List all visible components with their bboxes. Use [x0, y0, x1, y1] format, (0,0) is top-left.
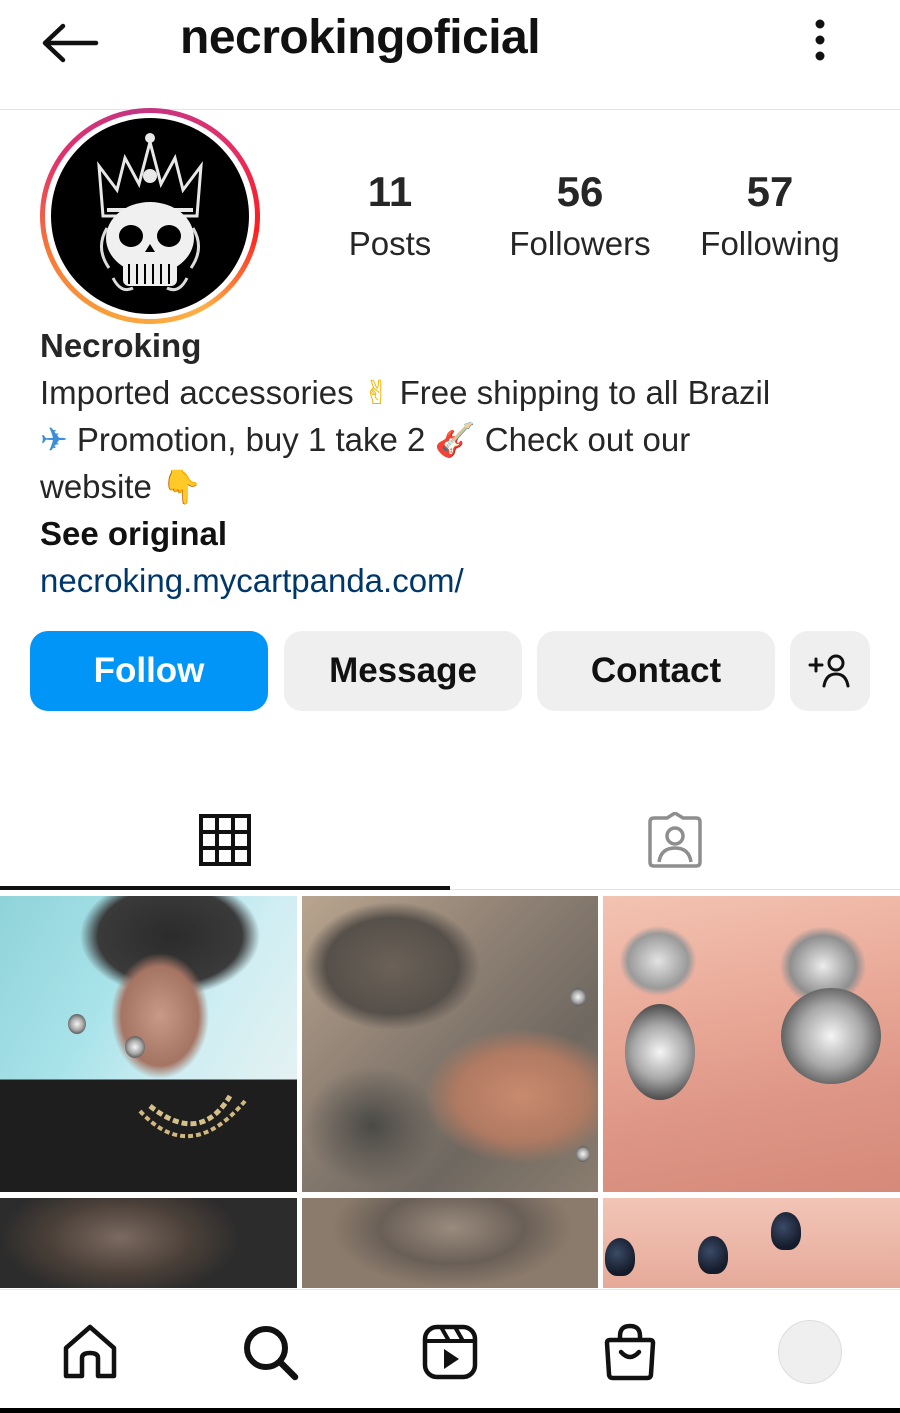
profile-username: necrokingoficial	[180, 11, 541, 64]
bio-text: Free shipping to all Brazil	[390, 374, 771, 411]
top-bar: necrokingoficial	[0, 0, 900, 110]
post-thumbnail-5[interactable]	[302, 1198, 598, 1288]
bottom-edge-bar	[0, 1408, 900, 1413]
search-icon	[244, 1326, 299, 1381]
profile-bio: Necroking Imported accessories ✌ Free sh…	[40, 322, 870, 604]
more-options-button[interactable]	[800, 14, 840, 66]
arrow-left-icon	[42, 23, 99, 63]
tagged-person-icon	[648, 812, 702, 868]
airplane-emoji: ✈	[40, 420, 68, 459]
post-thumbnail-2[interactable]	[302, 896, 598, 1192]
tab-divider	[450, 889, 900, 890]
post-thumbnail-3[interactable]	[603, 896, 900, 1192]
following-count: 57	[746, 168, 794, 215]
back-button[interactable]	[34, 18, 106, 68]
post-thumbnail-6[interactable]	[603, 1198, 900, 1288]
guitar-emoji: 🎸	[434, 420, 476, 459]
following-label: Following	[700, 225, 840, 262]
active-tab-indicator	[0, 886, 450, 890]
nav-profile[interactable]	[774, 1316, 846, 1388]
display-name: Necroking	[40, 327, 202, 364]
nav-shop[interactable]	[594, 1316, 666, 1388]
add-person-icon	[808, 654, 850, 688]
follow-button[interactable]: Follow	[30, 631, 268, 711]
nail-decoration	[771, 1212, 801, 1250]
vertical-dots-icon	[815, 19, 825, 61]
bio-line-1: Imported accessories ✌ Free shipping to …	[40, 369, 870, 416]
home-icon	[63, 1324, 117, 1379]
nail-decoration	[698, 1236, 728, 1274]
nav-search[interactable]	[234, 1316, 306, 1388]
suggested-accounts-button[interactable]	[790, 631, 870, 711]
nail-decoration	[605, 1238, 635, 1276]
grid-icon	[199, 814, 251, 866]
stat-following[interactable]: 57 Following	[685, 168, 855, 272]
ring-decoration	[576, 1146, 590, 1162]
posts-count: 11	[367, 168, 413, 215]
tab-tagged[interactable]	[450, 790, 900, 890]
bio-text: Check out our	[475, 421, 691, 458]
bio-line-3: website 👇	[40, 463, 870, 510]
posts-label: Posts	[348, 225, 432, 262]
post-thumbnail-4[interactable]	[0, 1198, 297, 1288]
skull-crown-logo	[97, 133, 203, 292]
stat-followers[interactable]: 56 Followers	[495, 168, 665, 272]
ring-decoration	[570, 988, 586, 1006]
shop-icon	[604, 1323, 656, 1381]
see-original-link[interactable]: See original	[40, 510, 870, 557]
story-ring[interactable]	[40, 108, 260, 324]
stat-posts[interactable]: 11 Posts	[305, 168, 475, 272]
bio-text: Imported accessories	[40, 374, 363, 411]
chain-necklace	[138, 1094, 247, 1138]
pointing-down-emoji: 👇	[161, 467, 203, 506]
reels-icon	[422, 1324, 478, 1380]
post-thumbnail-1[interactable]	[0, 896, 297, 1192]
wolf-ring	[625, 1004, 695, 1100]
nav-reels[interactable]	[414, 1316, 486, 1388]
followers-label: Followers	[509, 225, 651, 262]
tab-posts-grid[interactable]	[0, 790, 450, 890]
profile-avatar	[778, 1320, 842, 1384]
skull-ring	[781, 988, 881, 1084]
bio-line-2: ✈ Promotion, buy 1 take 2 🎸 Check out ou…	[40, 416, 870, 463]
nav-home[interactable]	[54, 1316, 126, 1388]
message-button[interactable]: Message	[284, 631, 522, 711]
bio-text: Promotion, buy 1 take 2	[67, 421, 435, 458]
website-link[interactable]: necroking.mycartpanda.com/	[40, 557, 870, 604]
victory-hand-emoji: ✌	[362, 373, 391, 412]
followers-count: 56	[556, 168, 604, 215]
bottom-navigation	[0, 1289, 900, 1413]
contact-button[interactable]: Contact	[537, 631, 775, 711]
bio-text: website	[40, 468, 162, 505]
avatar	[51, 118, 249, 314]
